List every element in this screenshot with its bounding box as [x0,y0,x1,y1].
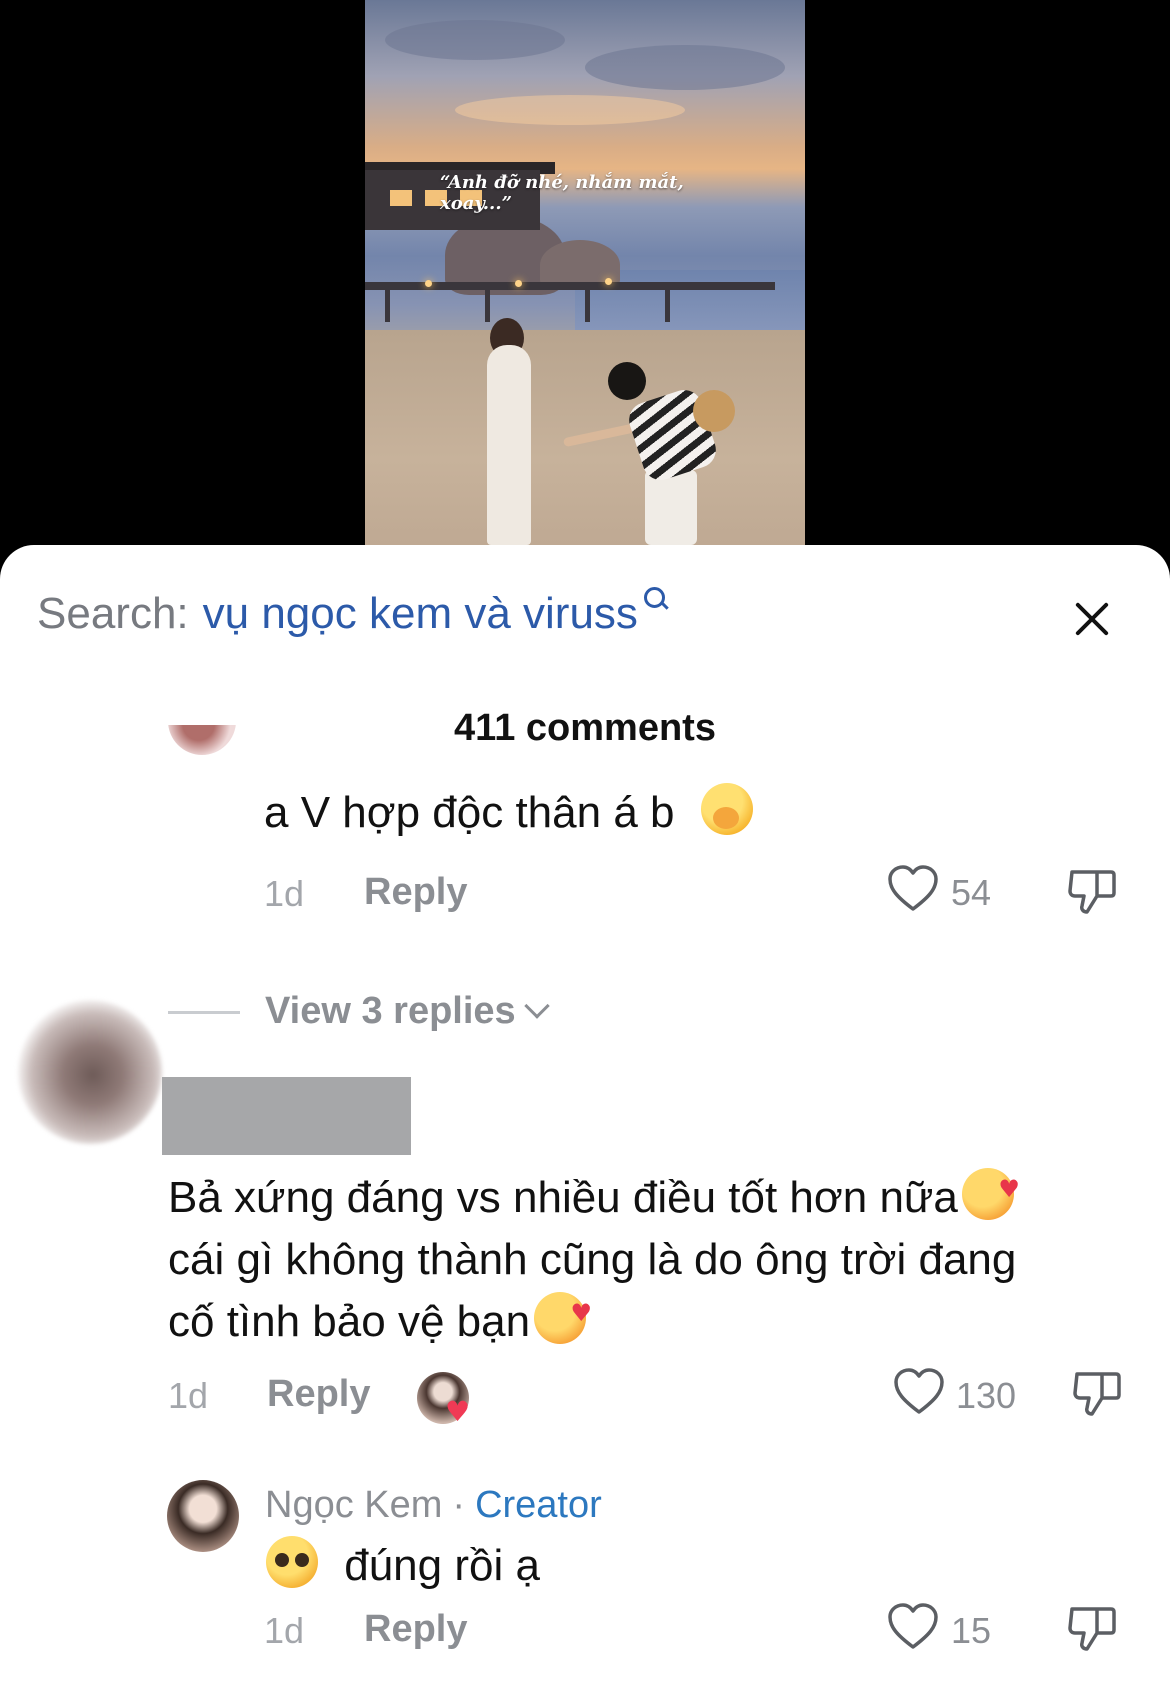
like-button[interactable] [887,1603,939,1651]
creator-name[interactable]: Ngọc Kem [265,1484,442,1526]
comment-text: Bả xứng đáng vs nhiều điều tốt hơn nữa c… [168,1158,1020,1353]
pier-post [665,282,670,322]
heart-icon: ♥ [445,1395,471,1428]
dislike-button[interactable] [1067,1603,1117,1653]
smiling-face-with-hearts-icon [961,1158,1020,1220]
sky-cloud [585,45,785,90]
comment-text: đúng rồi ạ [266,1535,540,1597]
lamp [605,278,612,285]
comment-line: cái gì không thành cũng là do ông trời đ… [168,1235,1017,1284]
sky-cloud [455,95,685,125]
close-button[interactable] [1068,595,1116,643]
search-icon[interactable] [642,583,668,613]
pier-post [585,282,590,322]
creator-name-row: Ngọc Kem · Creator [265,1484,602,1527]
straw-hat [693,390,735,432]
window-light [390,190,412,206]
avatar[interactable] [168,725,236,757]
man-figure-head [608,362,646,400]
reply-button[interactable]: Reply [364,1608,467,1651]
view-replies-label: View 3 replies [265,990,516,1032]
video-player[interactable]: “Anh đỡ nhé, nhắm mắt, xoay...” [0,0,1170,560]
view-replies-button[interactable]: View 3 replies [265,990,550,1033]
search-suggestion[interactable]: Search: vụ ngọc kem và viruss [37,587,668,639]
dislike-button[interactable] [1067,866,1117,916]
comment-text: a V hợp độc thân á b [264,782,753,844]
reply-button[interactable]: Reply [267,1373,370,1416]
like-button[interactable] [893,1368,945,1416]
heart-icon [888,1603,938,1649]
video-caption: “Anh đỡ nhé, nhắm mắt, xoay...” [440,172,684,214]
like-count: 130 [956,1375,1017,1416]
dislike-button[interactable] [1072,1368,1122,1418]
pier-post [485,282,490,322]
search-query-link[interactable]: vụ ngọc kem và viruss [203,589,638,639]
chevron-down-icon [523,993,550,1019]
name-separator: · [452,1484,466,1526]
video-thumbnail[interactable]: “Anh đỡ nhé, nhắm mắt, xoay...” [365,0,805,545]
smiling-face-with-hearts-icon [534,1282,592,1344]
comment-body: a V hợp độc thân á b [264,788,675,837]
username-redacted [162,1077,411,1155]
lamp [425,280,432,287]
like-count: 15 [951,1610,992,1651]
man-figure-legs [645,470,697,545]
sky-cloud [385,20,565,60]
thumbs-down-icon [1073,1372,1121,1416]
creator-badge: Creator [475,1484,602,1526]
comment-line: Bả xứng đáng vs nhiều điều tốt hơn nữa [168,1173,958,1222]
comment-line: cố tình bảo vệ bạn [168,1297,531,1346]
view-replies-divider [168,1011,240,1014]
thumbs-down-icon [1068,1607,1116,1651]
heart-icon [888,865,938,911]
comment-body: đúng rồi ạ [344,1541,540,1590]
face-with-hand-over-mouth-icon [700,783,753,835]
pleading-face-icon [266,1536,318,1588]
search-prefix: Search: [37,589,189,638]
heart-icon [894,1368,944,1414]
like-button[interactable] [887,865,939,913]
thumbs-down-icon [1068,870,1116,914]
comment-timestamp: 1d [264,873,305,914]
woman-figure [487,345,531,545]
creator-avatar[interactable] [167,1480,239,1552]
comments-sheet: Search: vụ ngọc kem và viruss 411 commen… [0,545,1170,1694]
reply-button[interactable]: Reply [364,871,467,914]
pier-post [385,282,390,322]
comment-timestamp: 1d [168,1375,209,1416]
comment-timestamp: 1d [264,1610,305,1651]
avatar[interactable] [18,1000,162,1144]
lamp [515,280,522,287]
like-count: 54 [951,872,992,913]
